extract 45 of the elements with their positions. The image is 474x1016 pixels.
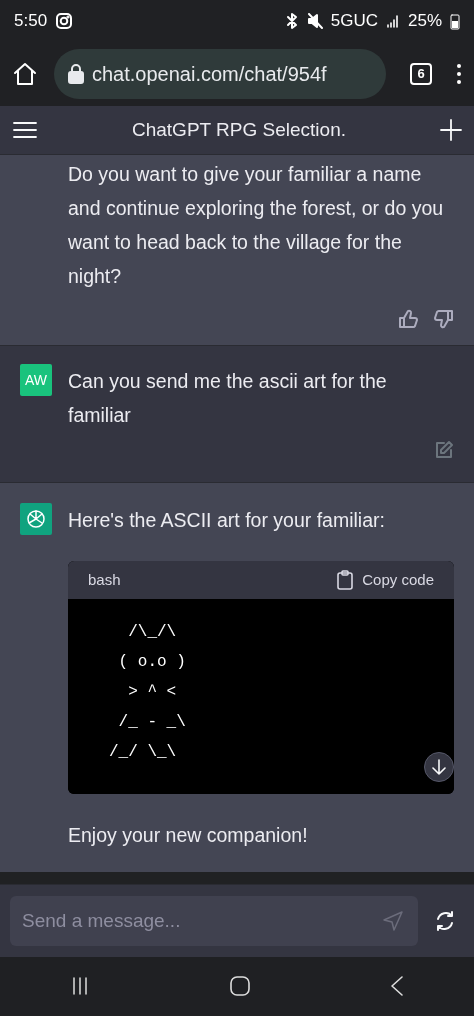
bluetooth-icon: [284, 12, 299, 30]
message-text: Here's the ASCII art for your familiar:: [68, 508, 386, 533]
edit-icon: [434, 440, 454, 460]
regenerate-button[interactable]: [434, 910, 456, 932]
menu-icon: [12, 120, 38, 140]
home-button[interactable]: [12, 61, 38, 87]
edit-button[interactable]: [434, 440, 454, 460]
home-button[interactable]: [229, 975, 251, 997]
mute-icon: [306, 12, 323, 30]
arrow-down-icon: [432, 759, 446, 775]
user-avatar: AW: [20, 364, 52, 396]
copy-code-button[interactable]: Copy code: [336, 568, 434, 592]
message-input[interactable]: Send a message...: [10, 896, 418, 946]
code-text: /\_/\ ( o.o ) > ^ < /_ - _\ /_/ \_\: [109, 622, 186, 763]
menu-button[interactable]: [456, 62, 462, 86]
status-time: 5:50: [14, 10, 48, 33]
back-button[interactable]: [390, 975, 405, 997]
home-icon: [12, 61, 38, 87]
url-text: chat.openai.com/chat/954f: [92, 62, 327, 87]
message-text: Enjoy your new companion!: [68, 823, 309, 848]
send-icon: [382, 910, 404, 932]
thumbs-up-button[interactable]: [398, 309, 418, 329]
code-language: bash: [88, 569, 121, 590]
address-bar[interactable]: chat.openai.com/chat/954f: [54, 49, 386, 99]
home-icon: [229, 975, 251, 997]
thumbs-up-icon: [398, 309, 418, 329]
plus-icon: [440, 119, 462, 141]
camera-icon: [55, 12, 74, 30]
battery-level: 25%: [407, 10, 442, 33]
signal-icon: [385, 14, 400, 28]
more-icon: [456, 62, 462, 86]
new-chat-button[interactable]: [440, 119, 462, 141]
thumbs-down-button[interactable]: [434, 309, 454, 329]
message-text: Can you send me the ascii art for the familiar: [68, 369, 388, 428]
lock-icon: [68, 64, 84, 84]
clipboard-icon: [336, 570, 355, 590]
tab-count-button[interactable]: 6: [410, 63, 432, 85]
message-text: Do you want to give your familiar a name and continue exploring the forest, or do you want to head back to the village for the night?: [68, 162, 445, 289]
back-icon: [390, 975, 405, 997]
thumbs-down-icon: [434, 309, 454, 329]
battery-icon: [450, 12, 460, 30]
refresh-icon: [434, 910, 456, 932]
network-label: 5GUC: [330, 10, 378, 33]
menu-button[interactable]: [12, 120, 38, 140]
chat-title: ChatGPT RPG Selection.: [132, 117, 346, 142]
